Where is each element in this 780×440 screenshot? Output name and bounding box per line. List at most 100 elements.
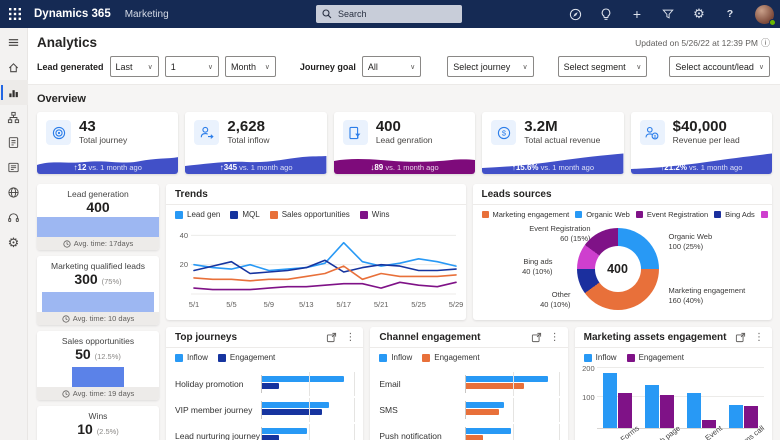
chevron-down-icon: ∨ — [522, 63, 528, 71]
person-inflow-icon — [194, 120, 220, 145]
marketing-assets-panel: Marketing assets engagement ⋮ Inflow Eng… — [574, 327, 772, 440]
inflow-bar[interactable] — [466, 376, 549, 382]
sitemap-icon[interactable] — [0, 105, 28, 130]
engagement-bar[interactable] — [618, 392, 633, 428]
inflow-bar[interactable] — [466, 402, 504, 408]
engagement-bar[interactable] — [466, 409, 499, 415]
donut-label-organic-web: Organic Web 100 (25%) — [668, 232, 713, 251]
svg-text:40: 40 — [180, 231, 188, 240]
more-options-icon[interactable]: ⋮ — [550, 332, 560, 343]
bar-row: Holiday promotion — [166, 371, 363, 397]
kpi-total-inflow[interactable]: 2,628 Total inflow ↑345 vs. 1 month ago — [185, 112, 327, 174]
period-count-select[interactable]: 1 ∨ — [164, 56, 219, 77]
inflow-bar[interactable] — [262, 402, 330, 408]
top-navigation-bar: Dynamics 365 Marketing + ⚙ ? — [0, 0, 780, 28]
compass-icon[interactable] — [567, 6, 583, 22]
overview-section: Overview 43 Total journey ↑12 vs. 1 mont… — [28, 85, 780, 440]
engagement-bar[interactable] — [262, 409, 322, 415]
filter-icon[interactable] — [660, 6, 676, 22]
funnel-card-mql[interactable]: Marketing qualified leads 300 (75%) Avg.… — [37, 256, 159, 325]
more-options-icon[interactable]: ⋮ — [754, 332, 764, 343]
kpi-label: Total journey — [79, 135, 128, 145]
leads-sources-panel: Leads sources Marketing engagement Organ… — [472, 184, 772, 320]
chevron-down-icon: ∨ — [147, 63, 153, 71]
funnel-card-lead-generation[interactable]: Lead generation 400 Avg. time: 17days — [37, 184, 159, 250]
funnel-card-wins[interactable]: Wins 10 (2.5%) — [37, 406, 159, 440]
donut-total: 400 — [607, 262, 628, 276]
app-launcher-icon[interactable] — [0, 0, 30, 28]
kpi-row: 43 Total journey ↑12 vs. 1 month ago 2,6… — [37, 112, 773, 174]
inflow-bar[interactable] — [728, 405, 743, 428]
main-content: Analytics Updated on 5/26/22 at 12:39 PM… — [28, 28, 780, 440]
engagement-bar[interactable] — [743, 405, 758, 428]
funnel-card-sales-opportunities[interactable]: Sales opportunities 50 (12.5%) Avg. time… — [37, 331, 159, 400]
help-icon[interactable]: ? — [722, 6, 738, 22]
home-icon[interactable] — [0, 55, 28, 80]
kpi-revenue-per-lead[interactable]: $ $40,000 Revenue per lead ↑21.2% vs. 1 … — [630, 112, 773, 174]
plus-icon[interactable]: + — [629, 6, 645, 22]
panel-title: Channel engagement — [379, 332, 481, 343]
more-options-icon[interactable]: ⋮ — [345, 332, 355, 343]
trends-legend: Lead gen MQL Sales opportunities Wins — [166, 205, 466, 222]
search-box[interactable] — [316, 5, 462, 23]
bar-row: VIP member journey — [166, 397, 363, 423]
select-segment-dropdown[interactable]: Select segment ∨ — [557, 56, 648, 77]
donut-chart[interactable]: 400 — [576, 228, 659, 310]
kpi-trend-band: ↑15.6% vs. 1 month ago — [482, 152, 624, 174]
journey-goal-select[interactable]: All ∨ — [361, 56, 422, 77]
engagement-bar[interactable] — [466, 435, 484, 440]
user-avatar[interactable] — [755, 4, 776, 26]
person-dollar-icon: $ — [639, 120, 665, 145]
inflow-bar[interactable] — [644, 385, 659, 428]
globe-icon[interactable] — [0, 180, 28, 205]
svg-text:5/21: 5/21 — [374, 300, 389, 309]
channel-engagement-panel: Channel engagement ⋮ Inflow Engagement E… — [370, 327, 568, 440]
headset-icon[interactable] — [0, 205, 28, 230]
select-account-lead-dropdown[interactable]: Select account/lead ∨ — [669, 56, 770, 77]
kpi-total-actual-revenue[interactable]: $ 3.2M Total actual revenue ↑15.6% vs. 1… — [482, 112, 624, 174]
inflow-bar[interactable] — [466, 428, 512, 434]
brand-title[interactable]: Dynamics 365 — [34, 8, 111, 20]
expand-icon[interactable] — [531, 332, 542, 343]
engagement-bar[interactable] — [262, 383, 279, 389]
inflow-bar[interactable] — [262, 428, 307, 434]
forms-icon[interactable] — [0, 155, 28, 180]
menu-icon[interactable] — [0, 30, 28, 55]
analytics-icon[interactable] — [0, 80, 28, 105]
svg-text:5/25: 5/25 — [411, 300, 426, 309]
trends-chart[interactable]: 40 20 5/1 5/5 5/9 5/13 5/17 5/21 5/25 5/29 — [170, 222, 464, 314]
lightbulb-icon[interactable] — [598, 6, 614, 22]
period-unit-select[interactable]: Month ∨ — [224, 56, 276, 77]
bar-row: Push notification — [370, 423, 567, 440]
report-icon[interactable] — [0, 130, 28, 155]
expand-icon[interactable] — [326, 332, 337, 343]
inflow-bar[interactable] — [603, 373, 618, 428]
svg-text:5/29: 5/29 — [449, 300, 464, 309]
info-icon[interactable]: ⓘ — [761, 36, 770, 49]
kpi-total-journey[interactable]: 43 Total journey ↑12 vs. 1 month ago — [37, 112, 179, 174]
period-qualifier-select[interactable]: Last ∨ — [109, 56, 159, 77]
kpi-value: 43 — [79, 118, 96, 135]
engagement-bar[interactable] — [466, 383, 525, 389]
select-journey-dropdown[interactable]: Select journey ∨ — [447, 56, 534, 77]
kpi-lead-generation[interactable]: 400 Lead genration ↓89 vs. 1 month ago — [333, 112, 476, 174]
bar-row: Lead nurturing journey — [166, 423, 363, 440]
app-name[interactable]: Marketing — [125, 9, 169, 20]
dollar-coin-icon: $ — [491, 120, 517, 145]
inflow-bar[interactable] — [262, 376, 345, 382]
gear-icon[interactable]: ⚙ — [691, 6, 707, 22]
chevron-down-icon: ∨ — [636, 63, 642, 71]
expand-icon[interactable] — [735, 332, 746, 343]
funnel-bar — [41, 292, 155, 312]
engagement-bar[interactable] — [262, 435, 279, 440]
funnel-bar — [37, 217, 159, 237]
panel-title: Trends — [175, 189, 208, 200]
engagement-bar[interactable] — [659, 394, 674, 428]
updated-timestamp: Updated on 5/26/22 at 12:39 PM ⓘ — [635, 36, 770, 49]
settings-icon[interactable]: ⚙ — [0, 230, 28, 255]
donut-label-marketing-engagement: Marketing engagement 160 (40%) — [668, 286, 746, 305]
search-input[interactable] — [336, 8, 456, 20]
inflow-bar[interactable] — [686, 392, 701, 428]
filter-bar: Lead generated Last ∨ 1 ∨ Month ∨ Journey g… — [28, 52, 780, 85]
clock-icon — [62, 389, 70, 398]
